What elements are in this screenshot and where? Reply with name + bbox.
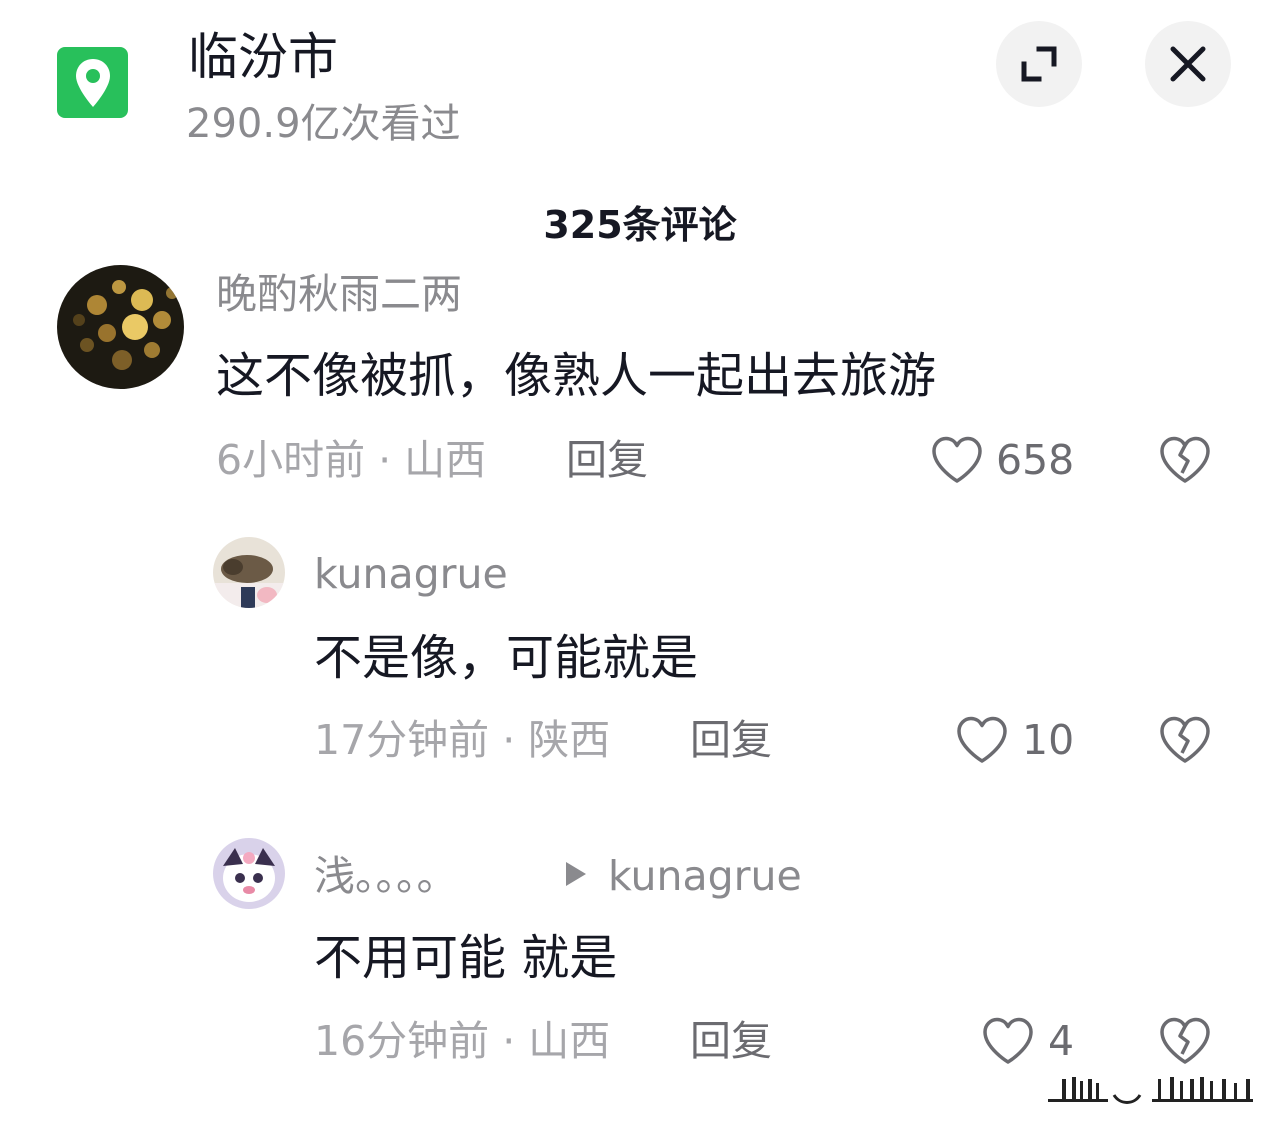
like-button[interactable] (979, 1013, 1037, 1069)
avatar[interactable] (57, 265, 184, 389)
like-count: 658 (996, 436, 1075, 484)
location-pin-icon (57, 47, 128, 118)
comment-text: 不用可能 就是 (314, 930, 618, 986)
expand-button[interactable] (996, 21, 1082, 107)
heart-outline-icon (983, 1017, 1033, 1064)
close-button[interactable] (1145, 21, 1231, 107)
broken-heart-icon (1160, 1017, 1210, 1064)
view-count: 290.9亿次看过 (186, 101, 461, 147)
like-button[interactable] (928, 432, 986, 488)
comment-text: 这不像被抓，像熟人一起出去旅游 (216, 348, 937, 404)
reply-button[interactable]: 回复 (690, 712, 772, 768)
dislike-button[interactable] (1156, 712, 1214, 768)
comment-meta: 6小时前 · 山西 (216, 436, 487, 484)
like-count: 10 (1022, 716, 1075, 764)
comment-username[interactable]: 晚酌秋雨二两 (216, 266, 462, 322)
close-icon (1170, 46, 1206, 82)
like-count: 4 (1048, 1017, 1075, 1065)
heart-outline-icon (957, 716, 1007, 763)
broken-heart-icon (1160, 716, 1210, 763)
dislike-button[interactable] (1156, 432, 1214, 488)
comment-text: 不是像，可能就是 (314, 630, 699, 686)
reply-arrow-icon (566, 862, 586, 886)
comment-count: 325条评论 (543, 203, 737, 247)
reply-button[interactable]: 回复 (690, 1013, 772, 1069)
expand-icon (1021, 46, 1057, 82)
reply-button[interactable]: 回复 (566, 432, 648, 488)
location-title[interactable]: 临汾市 (188, 22, 338, 92)
heart-outline-icon (932, 436, 982, 483)
avatar[interactable] (213, 838, 285, 909)
avatar[interactable] (213, 537, 285, 608)
like-button[interactable] (953, 712, 1011, 768)
comment-meta: 17分钟前 · 陕西 (314, 716, 611, 764)
comment-meta: 16分钟前 · 山西 (314, 1017, 611, 1065)
comment-username[interactable]: kunagrue (314, 546, 508, 602)
broken-heart-icon (1160, 436, 1210, 483)
dislike-button[interactable] (1156, 1013, 1214, 1069)
comment-username[interactable]: 浅。。。。 (314, 848, 458, 904)
watermark-logo (1048, 1075, 1253, 1105)
reply-to-username[interactable]: kunagrue (608, 848, 802, 904)
